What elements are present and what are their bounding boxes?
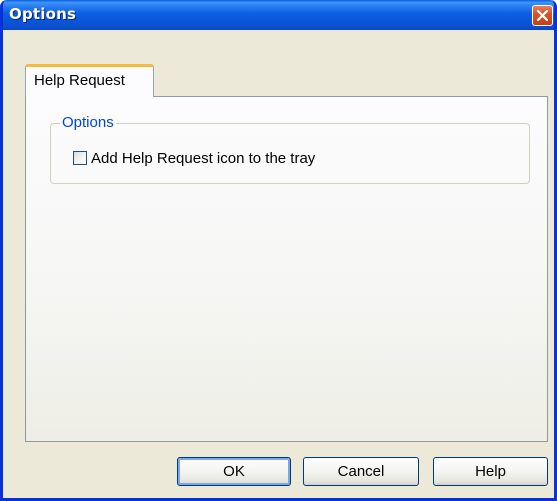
close-icon — [537, 10, 548, 21]
tray-icon-checkbox-label[interactable]: Add Help Request icon to the tray — [91, 150, 315, 167]
groupbox-legend: Options — [60, 114, 116, 131]
help-button[interactable]: Help — [433, 457, 548, 486]
tab-panel: Options Add Help Request icon to the tra… — [25, 96, 548, 442]
close-button[interactable] — [532, 5, 553, 26]
options-dialog: Options Help Request Options Add Help Re… — [0, 0, 557, 501]
tray-icon-checkbox[interactable] — [73, 151, 87, 165]
title-bar[interactable]: Options — [3, 0, 554, 30]
tab-help-request[interactable]: Help Request — [25, 64, 154, 97]
window-title: Options — [9, 5, 77, 23]
cancel-button[interactable]: Cancel — [303, 457, 419, 486]
ok-button[interactable]: OK — [177, 457, 291, 486]
tab-help-request-label: Help Request — [34, 72, 125, 89]
tray-icon-option[interactable]: Add Help Request icon to the tray — [73, 149, 315, 167]
options-groupbox: Options Add Help Request icon to the tra… — [50, 114, 530, 184]
